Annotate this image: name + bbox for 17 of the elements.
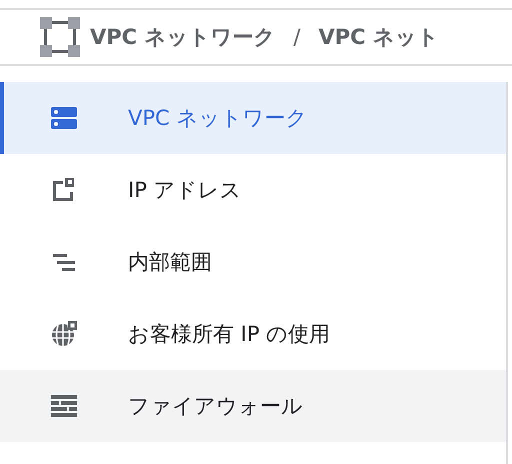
nav-item-label: ファイアウォール	[128, 393, 303, 420]
nav-item[interactable]: ファイアウォール	[0, 370, 506, 442]
breadcrumb-link[interactable]: VPC ネットワーク	[90, 23, 276, 51]
network-nodes-icon	[40, 17, 80, 57]
brick-wall-icon	[50, 392, 78, 420]
nav-item[interactable]: 内部範囲	[0, 226, 506, 298]
nav-item[interactable]: お客様所有 IP の使用	[0, 298, 506, 370]
nav-item-label: IP アドレス	[128, 177, 242, 204]
nav-item[interactable]: VPC ネットワーク	[0, 82, 506, 154]
breadcrumb-link[interactable]: VPC ネット	[318, 23, 439, 51]
nav-item[interactable]: IP アドレス	[0, 154, 506, 226]
breadcrumb-separator: /	[293, 25, 300, 49]
globe-icon	[50, 320, 78, 348]
server-icon	[50, 104, 78, 132]
nav-item-label: VPC ネットワーク	[128, 105, 308, 132]
nav-item-label: お客様所有 IP の使用	[128, 321, 330, 348]
nav-item-label: 内部範囲	[128, 249, 212, 276]
